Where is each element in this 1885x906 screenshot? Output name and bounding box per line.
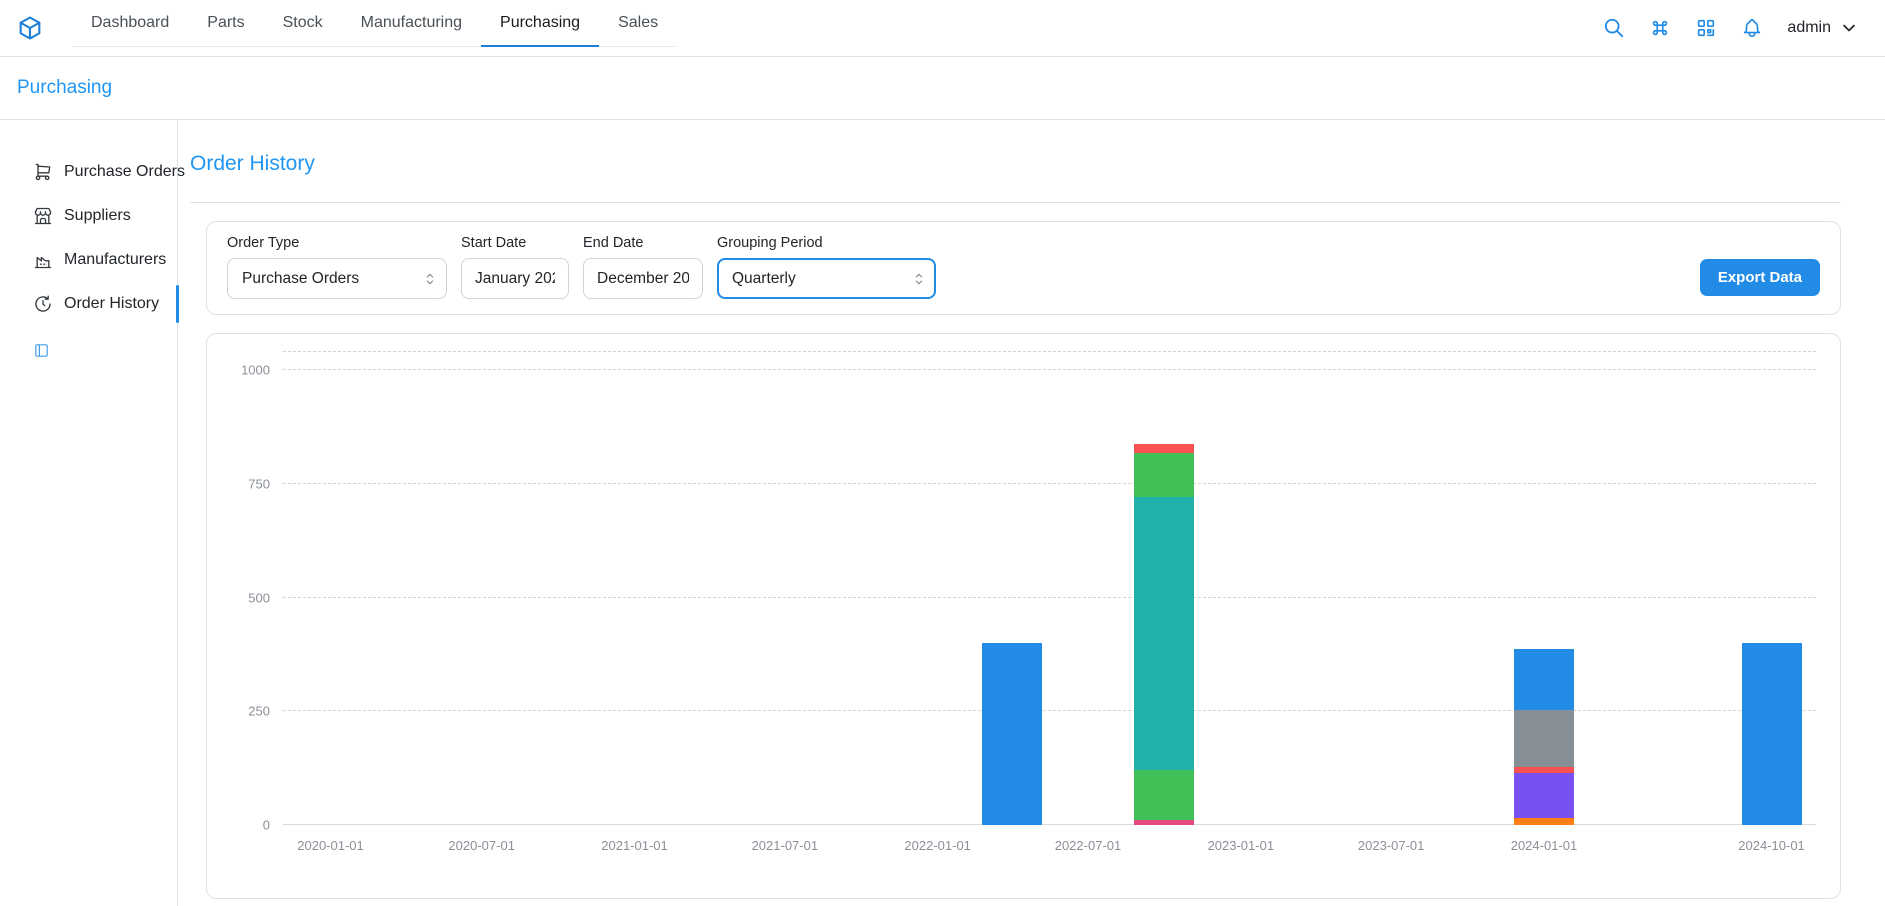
sidebar-item-suppliers[interactable]: Suppliers [0, 194, 177, 238]
nav-tab-dashboard[interactable]: Dashboard [72, 0, 188, 47]
end-date-label: End Date [583, 235, 703, 251]
order-type-value: Purchase Orders [242, 270, 359, 288]
top-navbar: Dashboard Parts Stock Manufacturing Purc… [0, 0, 1885, 57]
factory-icon [33, 250, 53, 270]
scan-button[interactable] [1695, 17, 1717, 39]
layout-sidebar-icon [33, 342, 50, 359]
nav-tab-sales[interactable]: Sales [599, 0, 677, 47]
nav-tab-stock[interactable]: Stock [264, 0, 342, 47]
main-nav-tabs: Dashboard Parts Stock Manufacturing Purc… [72, 0, 677, 47]
sidebar-item-order-history[interactable]: Order History [0, 282, 177, 326]
bar-segment [1134, 820, 1194, 825]
selector-icon [911, 271, 927, 287]
bar-segment [982, 643, 1042, 825]
package-icon [16, 14, 44, 42]
history-icon [33, 294, 53, 314]
bar-segment [1134, 770, 1194, 821]
end-date-group: End Date [583, 235, 703, 299]
x-tick-label: 2024-01-01 [1511, 838, 1578, 853]
content-area: Purchase Orders Suppliers Manufacturers … [0, 120, 1885, 906]
x-tick-label: 2021-01-01 [601, 838, 668, 853]
bar-segment [1134, 497, 1194, 770]
bar-segment [1514, 649, 1574, 710]
x-tick-label: 2023-01-01 [1208, 838, 1275, 853]
y-tick-label: 500 [248, 590, 270, 605]
bar-segment [1134, 444, 1194, 453]
bell-icon [1741, 17, 1763, 39]
chart-plot: 025050075010002020-01-012020-07-012021-0… [283, 351, 1816, 825]
sidebar-item-manufacturers[interactable]: Manufacturers [0, 238, 177, 282]
purchasing-sidebar: Purchase Orders Suppliers Manufacturers … [0, 120, 178, 906]
sidebar-item-label: Suppliers [64, 207, 131, 225]
chart-bar [1742, 643, 1802, 825]
main-panel: Order History Order Type Purchase Orders… [178, 120, 1885, 906]
x-tick-label: 2022-01-01 [904, 838, 971, 853]
start-date-input[interactable] [461, 258, 569, 299]
grouping-period-group: Grouping Period Quarterly [717, 235, 936, 299]
order-type-group: Order Type Purchase Orders [227, 235, 447, 299]
x-tick-label: 2020-01-01 [297, 838, 364, 853]
shopping-cart-icon [33, 162, 53, 182]
grouping-period-value: Quarterly [732, 270, 796, 288]
chevron-down-icon [1839, 18, 1859, 38]
end-date-input[interactable] [583, 258, 703, 299]
nav-tab-parts[interactable]: Parts [188, 0, 263, 47]
nav-tab-purchasing[interactable]: Purchasing [481, 0, 599, 47]
gridline [283, 483, 1816, 484]
search-button[interactable] [1603, 17, 1625, 39]
y-tick-label: 1000 [241, 363, 270, 378]
title-divider [190, 202, 1841, 203]
page-title: Order History [190, 152, 1841, 176]
user-menu[interactable]: admin [1787, 18, 1859, 38]
bar-segment [1514, 818, 1574, 825]
chart-bar [1514, 649, 1574, 825]
gridline [283, 597, 1816, 598]
start-date-label: Start Date [461, 235, 569, 251]
x-tick-label: 2021-07-01 [752, 838, 819, 853]
gridline [283, 369, 1816, 370]
grouping-period-select[interactable]: Quarterly [717, 258, 936, 299]
nav-tab-manufacturing[interactable]: Manufacturing [342, 0, 481, 47]
sidebar-item-label: Manufacturers [64, 251, 166, 269]
breadcrumb: Purchasing [0, 57, 1885, 120]
bar-segment [1134, 453, 1194, 496]
sidebar-item-label: Order History [64, 295, 159, 313]
chart-bar [1134, 444, 1194, 825]
grouping-period-label: Grouping Period [717, 235, 936, 251]
order-history-chart-card: 0 250 500 750 1000 2020-01-01 2020-07-01 2021-0… [206, 333, 1841, 899]
export-data-button[interactable]: Export Data [1700, 259, 1820, 296]
command-palette-button[interactable] [1649, 17, 1671, 39]
y-tick-label: 750 [248, 476, 270, 491]
bar-segment [1514, 710, 1574, 767]
username: admin [1787, 19, 1831, 37]
bar-segment [1742, 643, 1802, 825]
y-tick-label: 250 [248, 704, 270, 719]
breadcrumb-current[interactable]: Purchasing [17, 77, 112, 99]
chart-bar [982, 643, 1042, 825]
order-type-label: Order Type [227, 235, 447, 251]
navbar-actions: admin [1603, 0, 1859, 56]
sidebar-item-purchase-orders[interactable]: Purchase Orders [0, 150, 177, 194]
x-tick-label: 2023-07-01 [1358, 838, 1425, 853]
order-type-select[interactable]: Purchase Orders [227, 258, 447, 299]
notifications-button[interactable] [1741, 17, 1763, 39]
search-icon [1603, 17, 1625, 39]
sidebar-item-label: Purchase Orders [64, 163, 185, 181]
filter-toolbar: Order Type Purchase Orders Start Date En… [206, 221, 1841, 315]
app-logo[interactable] [16, 14, 44, 42]
selector-icon [422, 271, 438, 287]
y-tick-label: 0 [263, 818, 270, 833]
bar-segment [1514, 773, 1574, 818]
gridline [283, 710, 1816, 711]
x-tick-label: 2024-10-01 [1738, 838, 1805, 853]
command-icon [1649, 17, 1671, 39]
sidebar-collapse-button[interactable] [33, 342, 50, 359]
qrcode-icon [1695, 17, 1717, 39]
x-tick-label: 2020-07-01 [448, 838, 515, 853]
x-tick-label: 2022-07-01 [1055, 838, 1122, 853]
start-date-group: Start Date [461, 235, 569, 299]
building-store-icon [33, 206, 53, 226]
gridline [283, 824, 1816, 825]
